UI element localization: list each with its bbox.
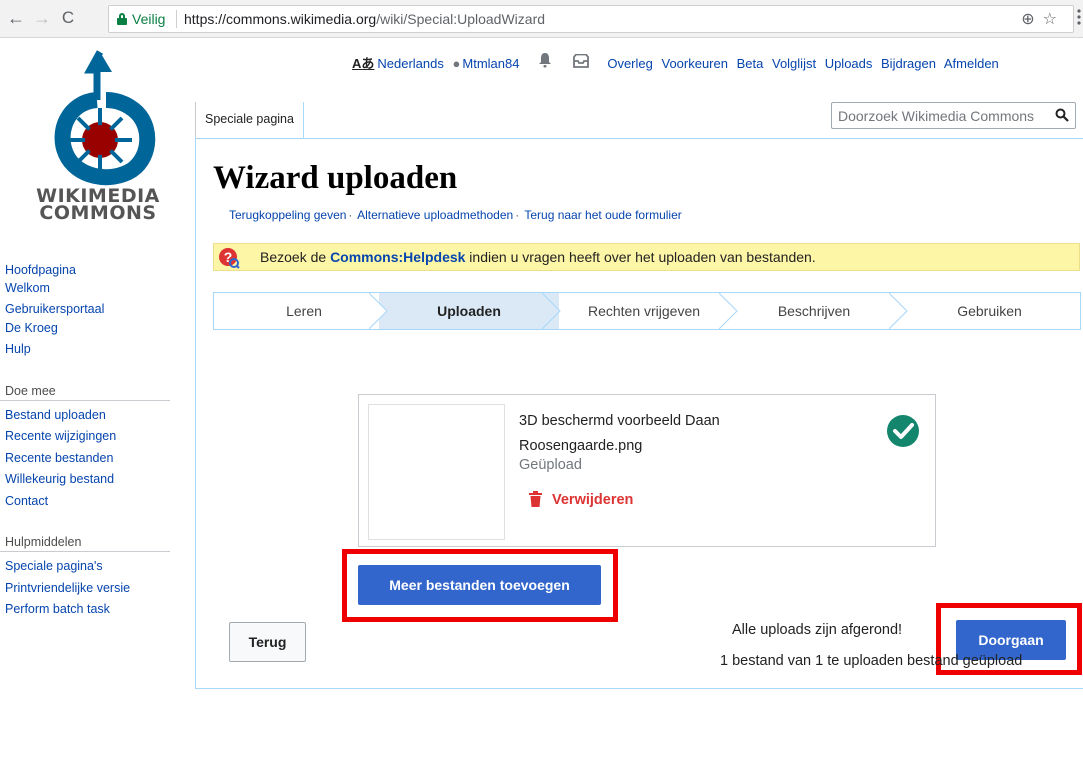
file-name: 3D beschermd voorbeeld Daan Roosengaarde… — [519, 409, 819, 459]
step-describe: Beschrijven — [777, 303, 851, 319]
sidebar-item-welcome[interactable]: Welkom — [0, 278, 195, 300]
help-links: Terugkoppeling geven · Alternatieve uploa… — [229, 208, 682, 222]
upload-status: Geüpload — [519, 457, 582, 473]
file-name-line-2: Roosengaarde.png — [519, 438, 643, 454]
sidebar-item-help[interactable]: Hulp — [0, 339, 195, 361]
tray-icon[interactable] — [572, 53, 590, 71]
back-button[interactable]: Terug — [229, 622, 306, 662]
all-uploads-done-text: Alle uploads zijn afgerond! — [732, 622, 903, 638]
feedback-link[interactable]: Terugkoppeling geven — [229, 208, 346, 222]
helpdesk-link[interactable]: Commons:Helpdesk — [330, 249, 465, 265]
link-contributions[interactable]: Bijdragen — [881, 56, 936, 71]
url-text[interactable]: https://commons.wikimedia.org/wiki/Speci… — [184, 11, 545, 27]
sidebar-item-printable-version[interactable]: Printvriendelijke versie — [0, 578, 195, 600]
alternative-upload-link[interactable]: Alternatieve uploadmethoden — [357, 208, 513, 222]
logo-line-2: COMMONS — [39, 202, 157, 224]
sidebar-item-village-pump[interactable]: De Kroeg — [0, 318, 195, 340]
step-learn: Leren — [286, 303, 322, 319]
step-release-rights: Rechten vrijgeven — [587, 303, 701, 319]
step-chevron-icon — [889, 293, 908, 329]
browser-toolbar: ← → C Veilig https://commons.wikimedia.o… — [0, 0, 1083, 38]
sidebar-item-recent-changes[interactable]: Recente wijzigingen — [0, 426, 195, 448]
url-path: /wiki/Special:UploadWizard — [376, 11, 546, 27]
link-uploads[interactable]: Uploads — [825, 56, 873, 71]
step-chevron-icon — [369, 293, 388, 329]
remove-label: Verwijderen — [552, 492, 634, 508]
search-icon[interactable] — [1055, 108, 1069, 122]
address-bar[interactable]: Veilig https://commons.wikimedia.org/wik… — [108, 5, 1074, 33]
sidebar-item-random-file[interactable]: Willekeurig bestand — [0, 469, 195, 491]
zoom-icon[interactable]: ⊕ — [1021, 11, 1042, 28]
page-title: Wizard uploaden — [213, 160, 458, 196]
personal-tools: Aあ Nederlands ● Mtmlan84 Overleg Voorkeure… — [352, 52, 1004, 72]
bell-icon[interactable] — [536, 52, 554, 71]
file-name-line-1: 3D beschermd voorbeeld Daan — [519, 413, 720, 429]
url-host: https://commons.wikimedia.org — [184, 11, 377, 27]
divider — [176, 10, 177, 28]
link-watchlist[interactable]: Volglijst — [772, 56, 816, 71]
forward-arrow-icon[interactable]: → — [32, 8, 52, 28]
step-chevron-icon — [719, 293, 738, 329]
language-link[interactable]: Nederlands — [377, 56, 444, 71]
link-preferences[interactable]: Voorkeuren — [661, 56, 728, 71]
step-upload: Uploaden — [379, 293, 559, 329]
reload-icon[interactable]: C — [58, 8, 78, 28]
sidebar-item-recent-files[interactable]: Recente bestanden — [0, 448, 195, 470]
sidebar: Hoofdpagina Welkom Gebruikersportaal De … — [0, 260, 195, 621]
notice-text-pre: Bezoek de — [260, 249, 331, 265]
sidebar-item-upload-file[interactable]: Bestand uploaden — [0, 405, 195, 427]
remove-button[interactable]: Verwijderen — [529, 491, 633, 508]
omnibox-icons: ⊕☆ — [1021, 9, 1065, 29]
highlight-box — [342, 549, 618, 622]
lock-icon — [117, 13, 127, 25]
sidebar-heading-participate: Doe mee — [0, 383, 170, 401]
back-arrow-icon[interactable]: ← — [6, 8, 26, 28]
browser-menu-icon[interactable] — [1077, 8, 1081, 26]
sidebar-item-batch-task[interactable]: Perform batch task — [0, 599, 195, 621]
language-icon[interactable]: Aあ — [352, 56, 374, 71]
sidebar-heading-tools: Hulpmiddelen — [0, 534, 170, 552]
logo-wordmark: WIKIMEDIA COMMONS — [28, 187, 168, 224]
trash-icon — [529, 491, 542, 507]
old-form-link[interactable]: Terug naar het oude formulier — [524, 208, 681, 222]
user-icon: ● — [452, 56, 461, 71]
link-beta[interactable]: Beta — [737, 56, 764, 71]
star-icon[interactable]: ☆ — [1043, 11, 1065, 28]
sidebar-item-special-pages[interactable]: Speciale pagina's — [0, 556, 195, 578]
page-tabs: Speciale pagina Doorzoek Wikimedia Commo… — [195, 102, 1083, 138]
step-use: Gebruiken — [957, 303, 1022, 319]
link-talk[interactable]: Overleg — [607, 56, 653, 71]
secure-label: Veilig — [132, 11, 166, 27]
search-placeholder: Doorzoek Wikimedia Commons — [838, 108, 1035, 124]
sidebar-item-contact[interactable]: Contact — [0, 491, 195, 513]
search-input[interactable]: Doorzoek Wikimedia Commons — [831, 102, 1076, 129]
tab-special-page[interactable]: Speciale pagina — [195, 102, 304, 138]
checkmark-icon — [887, 415, 919, 447]
wizard-steps: Leren Uploaden Rechten vrijgeven Beschri… — [213, 292, 1081, 330]
step-chevron-icon — [542, 293, 561, 329]
upload-count-text: 1 bestand van 1 te uploaden bestand geüp… — [720, 653, 1023, 669]
notice-text-post: indien u vragen heeft over het uploaden … — [465, 249, 816, 265]
file-thumbnail — [368, 404, 505, 540]
helpdesk-notice: ? Bezoek de Commons:Helpdesk indien u vr… — [213, 243, 1080, 271]
username-link[interactable]: Mtmlan84 — [462, 56, 519, 71]
help-question-icon: ? — [219, 248, 240, 269]
link-logout[interactable]: Afmelden — [944, 56, 999, 71]
upload-item: 3D beschermd voorbeeld Daan Roosengaarde… — [358, 394, 936, 547]
